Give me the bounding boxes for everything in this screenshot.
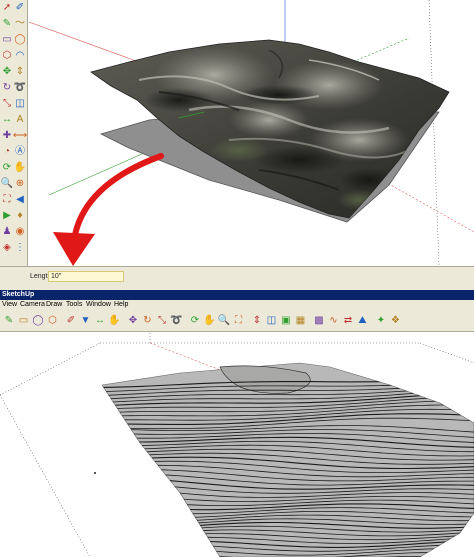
offset-icon[interactable]: ◫: [14, 98, 26, 110]
scale-icon[interactable]: ⤡: [1, 98, 13, 110]
rectangle-icon[interactable]: ▭: [1, 34, 13, 46]
status-bar: Length 10": [0, 266, 474, 290]
pencil-line-icon[interactable]: ✎: [3, 315, 15, 327]
push-pull-icon[interactable]: ⇕: [14, 66, 26, 78]
zoom-window-icon[interactable]: ⊕: [14, 178, 26, 190]
rotate-icon[interactable]: ↻: [1, 82, 13, 94]
menu-tools[interactable]: Tools: [66, 300, 82, 310]
circle-icon[interactable]: ◯: [14, 34, 26, 46]
pencil-line-icon[interactable]: ✎: [1, 18, 13, 30]
gray-guide: [428, 0, 440, 266]
smoove-icon[interactable]: ∿: [328, 315, 340, 327]
select-arrow-icon[interactable]: ➚: [1, 2, 13, 14]
polygon-icon[interactable]: ⬡: [1, 50, 13, 62]
sandbox-icon[interactable]: ▩: [313, 315, 325, 327]
polygon-icon[interactable]: ⬡: [47, 315, 59, 327]
menu-view[interactable]: View: [2, 300, 17, 310]
axes-icon[interactable]: ✚: [1, 130, 13, 142]
3d-text-icon[interactable]: Ⓐ: [14, 146, 26, 158]
move-icon[interactable]: ✥: [1, 66, 13, 78]
red-axis-line: [29, 21, 140, 63]
section-plane-icon[interactable]: ◈: [1, 242, 13, 254]
bottom-screenshot-panel: SketchUp View Camera Draw Tools Window H…: [0, 290, 474, 557]
previous-view-icon[interactable]: ◀: [14, 194, 26, 206]
paint-bucket-icon[interactable]: ▼: [80, 315, 92, 327]
tape-measure-icon[interactable]: ↔: [94, 315, 106, 327]
footprints-icon[interactable]: ⋮: [14, 242, 26, 254]
terrain-icon[interactable]: ⛰: [357, 315, 369, 327]
look-around-icon[interactable]: ◉: [14, 226, 26, 238]
follow-me-icon[interactable]: ➰: [170, 315, 182, 327]
text-icon[interactable]: A: [14, 114, 26, 126]
small-dot: [94, 472, 96, 474]
rectangle-icon[interactable]: ▭: [18, 315, 30, 327]
zoom-icon[interactable]: 🔍: [218, 315, 230, 327]
protractor-icon[interactable]: ◔: [1, 146, 13, 158]
walk-icon[interactable]: ♟: [1, 226, 13, 238]
pan-icon[interactable]: ✋: [203, 315, 215, 327]
position-camera-icon[interactable]: ♦: [14, 210, 26, 222]
follow-me-icon[interactable]: ➰: [14, 82, 26, 94]
hand-icon[interactable]: ✋: [108, 315, 120, 327]
tape-measure-icon[interactable]: ↔: [1, 114, 13, 126]
menu-camera[interactable]: Camera: [20, 300, 45, 310]
orbit-icon[interactable]: ⟳: [189, 315, 201, 327]
stamp-icon[interactable]: ▣: [280, 315, 292, 327]
window-title-bar: SketchUp: [0, 290, 474, 300]
dimension-icon[interactable]: ⟷: [13, 130, 27, 142]
zoom-icon[interactable]: 🔍: [1, 178, 13, 190]
menu-draw[interactable]: Draw: [46, 300, 62, 310]
menu-help[interactable]: Help: [114, 300, 128, 310]
eraser-icon[interactable]: ✐: [14, 2, 26, 14]
component-icon[interactable]: ❖: [390, 315, 402, 327]
next-view-icon[interactable]: ▶: [1, 210, 13, 222]
orbit-icon[interactable]: ⟳: [1, 162, 13, 174]
menu-bar: View Camera Draw Tools Window Help: [0, 300, 474, 310]
freehand-icon[interactable]: 〜: [14, 18, 26, 30]
left-vertical-toolbar: ➚ ✐ ✎ 〜 ▭ ◯ ⬡ ◠ ✥ ⇕ ↻ ➰ ⤡ ◫ ↔ A ✚ ⟷ ◔ Ⓐ ⟳ ✋ 🔍 ⊕ ⛶ ◀ ▶ ♦ ♟ ◉ ◈ ⋮: [0, 0, 28, 266]
top-3d-viewport[interactable]: [29, 0, 474, 266]
circle-icon[interactable]: ◯: [32, 315, 44, 327]
arc-icon[interactable]: ◠: [14, 50, 26, 62]
add-detail-icon[interactable]: ✦: [375, 315, 387, 327]
pan-icon[interactable]: ✋: [14, 162, 26, 174]
window-title: SketchUp: [2, 291, 35, 298]
drape-icon[interactable]: ▦: [295, 315, 307, 327]
horizontal-toolbar: ✎ ▭ ◯ ⬡ ✐ ▼ ↔ ✋ ✥ ↻ ⤡ ➰ ⟳ ✋ 🔍 ⛶ ⇕ ◫ ▣ ▦ ▩ ∿ ⇄ ⛰ ✦ ❖: [0, 310, 474, 332]
zoom-extents-icon[interactable]: ⛶: [233, 315, 245, 327]
contour-terrain: [101, 362, 474, 557]
bottom-3d-viewport[interactable]: [0, 333, 474, 557]
scale-icon[interactable]: ⤡: [156, 315, 168, 327]
bottom-scene: [0, 333, 474, 557]
top-scene: [29, 0, 474, 266]
rotate-icon[interactable]: ↻: [142, 315, 154, 327]
eraser-icon[interactable]: ✐: [65, 315, 77, 327]
flip-edge-icon[interactable]: ⇄: [342, 315, 354, 327]
red-arrow-annotation: [53, 153, 164, 266]
push-pull-icon[interactable]: ⇕: [251, 315, 263, 327]
menu-window[interactable]: Window: [86, 300, 111, 310]
offset-icon[interactable]: ◫: [266, 315, 278, 327]
move-icon[interactable]: ✥: [127, 315, 139, 327]
top-screenshot-panel: ➚ ✐ ✎ 〜 ▭ ◯ ⬡ ◠ ✥ ⇕ ↻ ➰ ⤡ ◫ ↔ A ✚ ⟷ ◔ Ⓐ ⟳ ✋ 🔍 ⊕ ⛶ ◀ ▶ ♦ ♟ ◉ ◈ ⋮: [0, 0, 474, 290]
length-value-input[interactable]: 10": [48, 271, 124, 282]
zoom-extents-icon[interactable]: ⛶: [1, 194, 13, 206]
